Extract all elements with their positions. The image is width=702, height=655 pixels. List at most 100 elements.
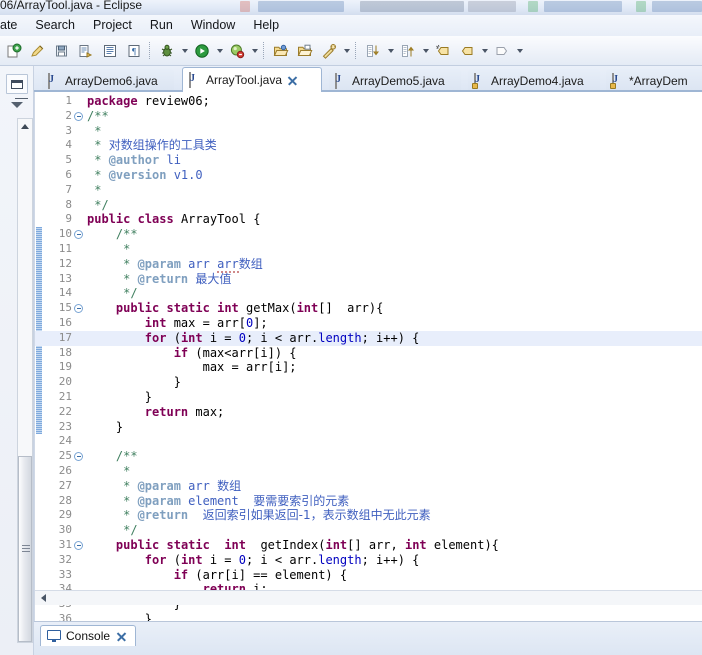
menu-item-search[interactable]: Search [26, 16, 84, 35]
open-type-button[interactable] [270, 40, 292, 62]
chevron-down-icon [251, 48, 258, 53]
previous-annotation-dropdown[interactable] [420, 40, 431, 62]
new-button[interactable] [3, 40, 25, 62]
code-line[interactable]: 32 for (int i = 0; i < arr.length; i++) … [35, 553, 702, 568]
code-line[interactable]: 6 * @version v1.0 [35, 168, 702, 183]
left-scrollbar-thumb[interactable] [18, 456, 32, 642]
debug-bug-icon [161, 44, 173, 56]
code-line[interactable]: 8 */ [35, 198, 702, 213]
code-line[interactable]: 1 package review06; [35, 94, 702, 109]
code-line[interactable]: 17 for (int i = 0; i < arr.length; i++) … [35, 330, 702, 346]
code-line[interactable]: 16 int max = arr[0]; [35, 316, 702, 331]
code-line[interactable]: 22 return max; [35, 405, 702, 420]
next-annotation-button[interactable] [362, 40, 384, 62]
line-number: 22 [58, 404, 72, 418]
code-line[interactable]: 5 * @author li [35, 153, 702, 168]
line-number: 27 [58, 478, 72, 492]
code-line[interactable]: 24 [35, 434, 702, 449]
code-line[interactable]: 33 if (arr[i] == element) { [35, 568, 702, 583]
line-number: 32 [58, 552, 72, 566]
export-button[interactable] [75, 40, 97, 62]
open-package-button[interactable] [294, 40, 316, 62]
line-number: 31 [58, 537, 72, 551]
external-tools-button[interactable] [226, 40, 248, 62]
editor-tab-arraydem[interactable]: *ArrayDem [606, 69, 702, 92]
new-java-project-icon [7, 43, 22, 57]
code-line[interactable]: 19 max = arr[i]; [35, 360, 702, 375]
fold-collapse-icon[interactable] [74, 452, 83, 462]
scroll-up-arrow-icon[interactable] [18, 119, 32, 133]
run-button[interactable] [191, 40, 213, 62]
code-line[interactable]: 31 public static int getIndex(int[] arr,… [35, 538, 702, 553]
close-icon[interactable] [287, 75, 298, 86]
fold-collapse-icon[interactable] [74, 230, 83, 240]
forward-dropdown[interactable] [514, 40, 525, 62]
editor-tab-arraydemo5java[interactable]: ArrayDemo5.java [329, 69, 461, 92]
line-number: 8 [65, 197, 72, 211]
java-file-icon [335, 72, 348, 89]
fold-collapse-icon[interactable] [74, 111, 83, 121]
restore-view-button[interactable] [6, 74, 28, 94]
back-dropdown[interactable] [479, 40, 490, 62]
search-dropdown[interactable] [341, 40, 352, 62]
menu-item-run[interactable]: Run [141, 16, 182, 35]
fold-collapse-icon[interactable] [74, 540, 83, 550]
last-edit-location-button[interactable] [432, 40, 454, 62]
code-line[interactable]: 21 } [35, 390, 702, 405]
code-line[interactable]: 15 public static int getMax(int[] arr){ [35, 301, 702, 316]
line-number: 19 [58, 360, 72, 374]
code-line[interactable]: 9 public class ArrayTool { [35, 212, 702, 227]
code-line[interactable]: 7 * [35, 183, 702, 198]
code-line[interactable]: 29 * @return 返回索引如果返回-1，表示数组中无此元素 [35, 508, 702, 523]
editor-horizontal-scrollbar[interactable] [35, 590, 702, 605]
code-line[interactable]: 20 } [35, 375, 702, 390]
debug-dropdown[interactable] [179, 40, 190, 62]
paragraph-mark-icon: ¶ [128, 44, 140, 57]
tab-console[interactable]: Console [40, 625, 137, 646]
editor-tab-arraydemo6java[interactable]: ArrayDemo6.java [42, 69, 174, 92]
forward-button[interactable] [491, 40, 513, 62]
code-line[interactable]: 27 * @param arr 数组 [35, 479, 702, 494]
code-line[interactable]: 36 } [35, 612, 702, 621]
toggle-mark-occurrences-button[interactable]: ¶ [123, 40, 145, 62]
external-tools-dropdown[interactable] [249, 40, 260, 62]
menu-item-help[interactable]: Help [244, 16, 288, 35]
code-line[interactable]: 26 * [35, 464, 702, 479]
code-line[interactable]: 11 * [35, 242, 702, 257]
code-line[interactable]: 23 } [35, 420, 702, 435]
code-line[interactable]: 18 if (max<arr[i]) { [35, 346, 702, 361]
search-button[interactable] [318, 40, 340, 62]
scroll-left-arrow-icon[interactable] [37, 592, 49, 604]
code-line[interactable]: 2 /** [35, 109, 702, 124]
minimize-view-button[interactable] [8, 98, 28, 112]
close-icon[interactable] [116, 631, 127, 642]
menu-item-window[interactable]: Window [182, 16, 244, 35]
code-line[interactable]: 3 * [35, 124, 702, 139]
fold-collapse-icon[interactable] [74, 304, 83, 314]
code-line[interactable]: 4 * 对数组操作的工具类 [35, 138, 702, 153]
save-button[interactable] [51, 40, 73, 62]
code-editor[interactable]: 1 package review06; 2/** 3 * 4 * 对数组操作的工具类 5 … [34, 92, 702, 621]
edit-button[interactable] [27, 40, 49, 62]
next-annotation-dropdown[interactable] [385, 40, 396, 62]
back-button[interactable] [456, 40, 478, 62]
code-line[interactable]: 28 * @param element 要需要索引的元素 [35, 494, 702, 509]
code-line[interactable]: 14 */ [35, 286, 702, 301]
code-line[interactable]: 30 */ [35, 523, 702, 538]
debug-button[interactable] [156, 40, 178, 62]
print-button[interactable] [99, 40, 121, 62]
code-line[interactable]: 13 * @return 最大值 [35, 272, 702, 287]
editor-tab-arraytooljava[interactable]: ArrayTool.java [182, 67, 322, 92]
code-line[interactable]: 12 * @param arr arr数组 [35, 256, 702, 273]
code-lines[interactable]: 1 package review06; 2/** 3 * 4 * 对数组操作的工具类 5 … [35, 92, 702, 621]
code-line[interactable]: 25 /** [35, 449, 702, 464]
left-view-scrollbar[interactable] [17, 118, 33, 643]
menu-item-ate[interactable]: ate [0, 16, 26, 35]
code-line[interactable]: 10 /** [35, 227, 702, 242]
code-text: max = arr[i]; [87, 360, 297, 375]
editor-tab-arraydemo4java[interactable]: ArrayDemo4.java [468, 69, 600, 92]
menu-item-project[interactable]: Project [84, 16, 141, 35]
code-text: * @return 最大值 [123, 271, 232, 286]
run-dropdown[interactable] [214, 40, 225, 62]
previous-annotation-button[interactable] [397, 40, 419, 62]
